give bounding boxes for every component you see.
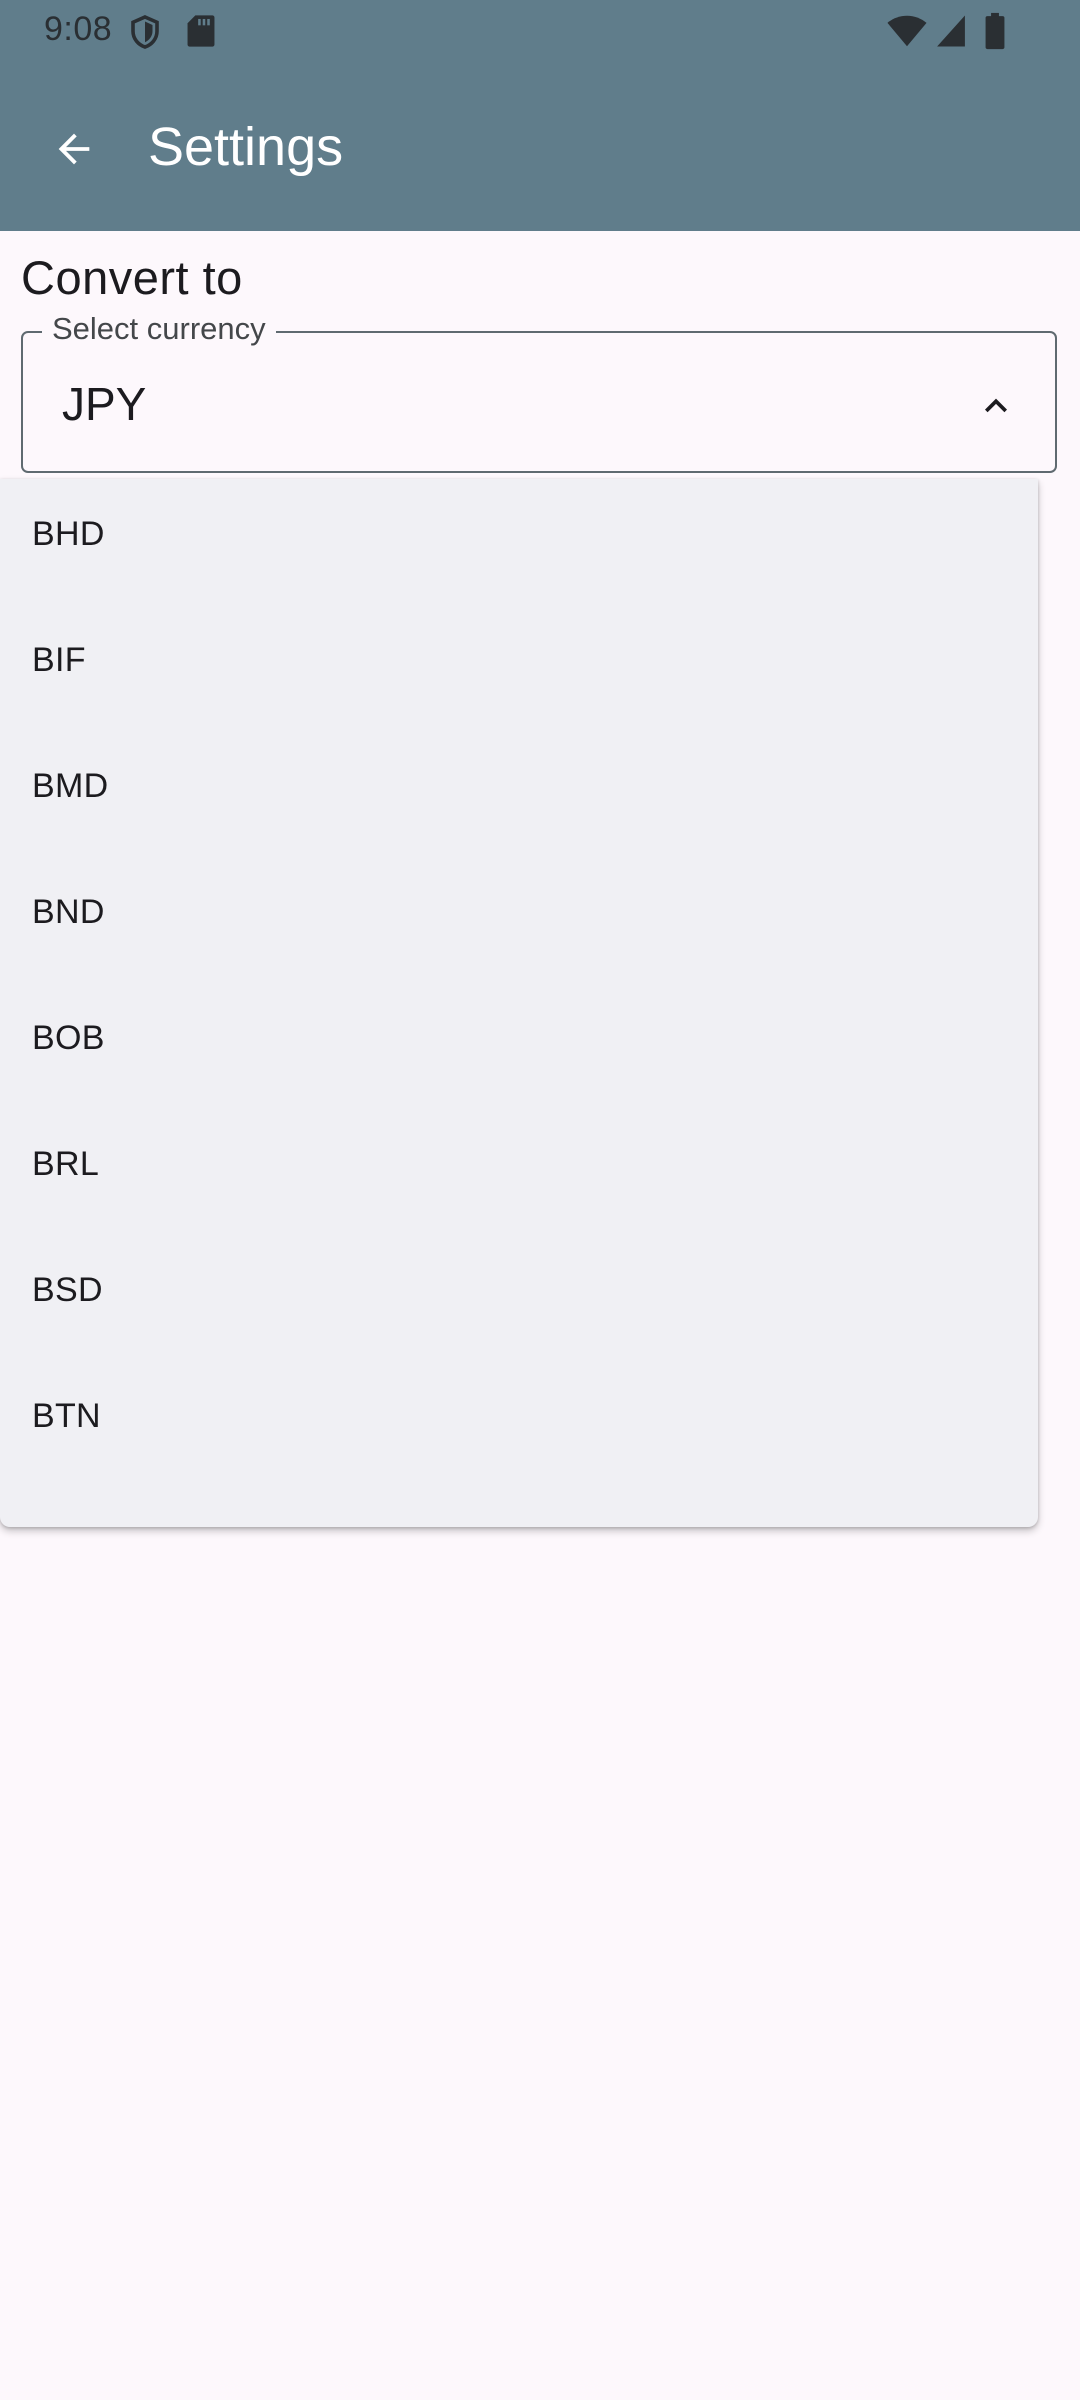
currency-option[interactable]: BND (0, 849, 1038, 975)
cell-signal-icon (937, 15, 965, 47)
currency-option-label: BTN (32, 1396, 101, 1435)
currency-option[interactable]: BSD (0, 1227, 1038, 1353)
currency-option[interactable]: BHD (0, 479, 1038, 597)
back-button[interactable] (30, 105, 118, 193)
battery-icon (985, 12, 1005, 50)
currency-option-label: BRL (32, 1144, 100, 1183)
currency-option[interactable]: BOB (0, 975, 1038, 1101)
currency-option[interactable]: BMD (0, 723, 1038, 849)
currency-option-label: BHD (32, 514, 105, 553)
status-time: 9:08 (44, 10, 113, 48)
currency-option-label: BND (32, 892, 105, 931)
currency-option[interactable]: BRL (0, 1101, 1038, 1227)
convert-to-label: Convert to (21, 251, 243, 304)
currency-select-toggle[interactable] (966, 376, 1026, 436)
currency-select[interactable] (21, 331, 1057, 473)
currency-option-label: BSD (32, 1270, 103, 1309)
arrow-back-icon (58, 133, 90, 165)
currency-option[interactable]: BIF (0, 597, 1038, 723)
currency-option[interactable]: BTN (0, 1353, 1038, 1479)
chevron-up-icon (985, 398, 1007, 413)
shield-icon (131, 15, 159, 49)
page-title: Settings (148, 117, 344, 177)
currency-select-value[interactable]: JPY (62, 375, 146, 433)
status-bar: 9:08 (0, 0, 1080, 63)
currency-option-label: BMD (32, 766, 109, 805)
currency-dropdown-menu: BHD BIF BMD BND BOB BRL BSD BTN (0, 479, 1038, 1527)
sd-card-icon (187, 15, 215, 47)
currency-option-label: BOB (32, 1018, 105, 1057)
currency-select-legend: Select currency (42, 308, 276, 350)
currency-option-label: BIF (32, 640, 86, 679)
wifi-icon (887, 15, 927, 47)
